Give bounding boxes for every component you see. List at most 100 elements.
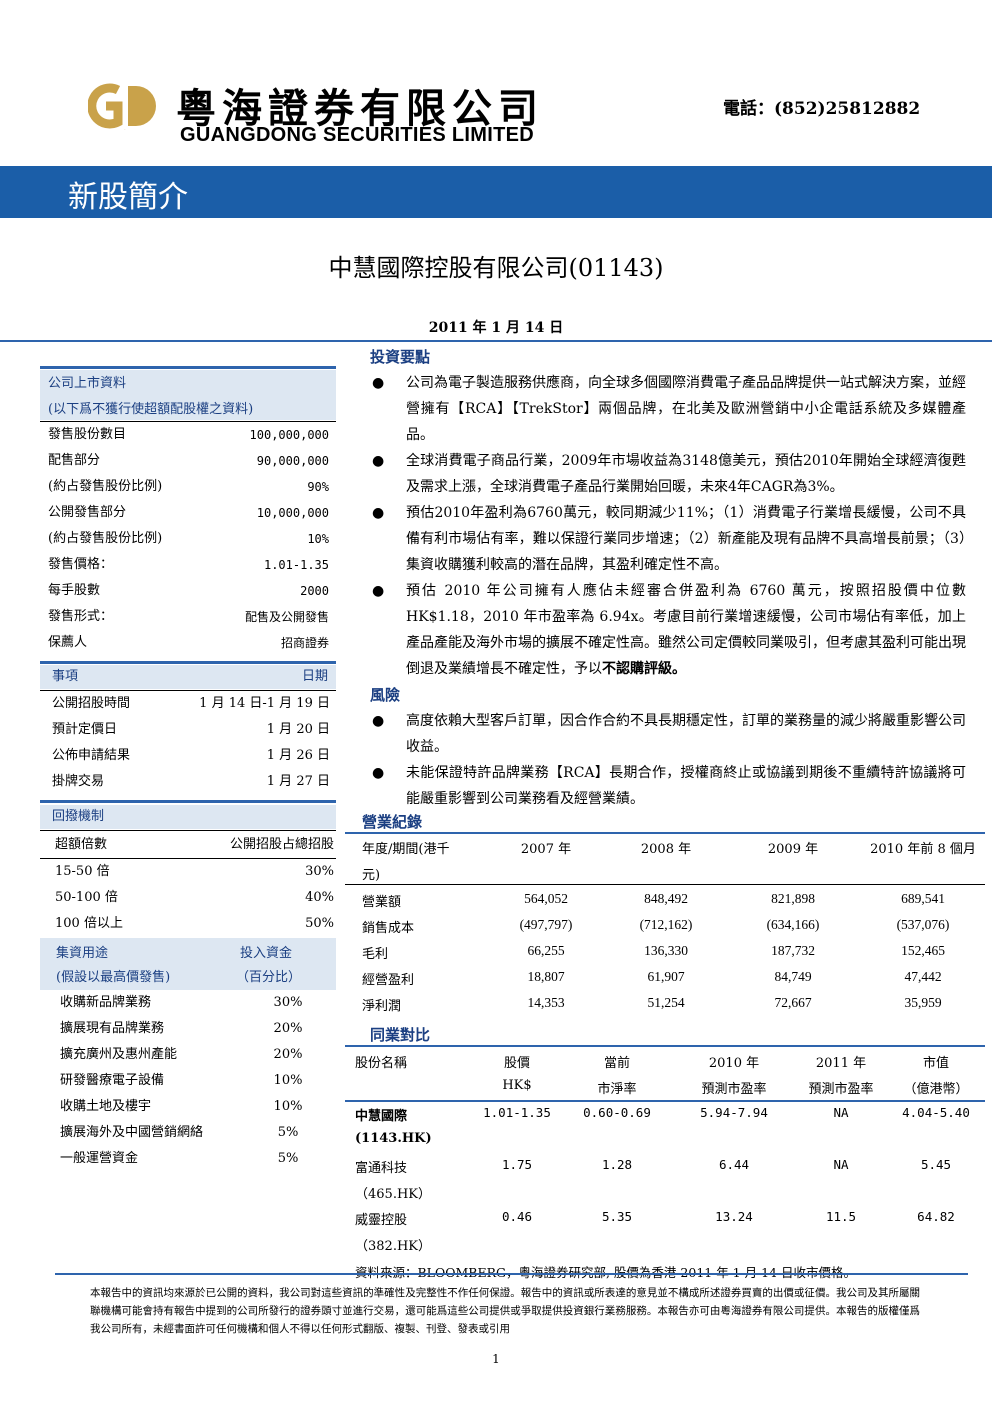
listing-label: (約占發售股份比例)	[48, 531, 163, 546]
listing-header-title: 公司上市資料	[48, 376, 127, 391]
clawback-label: 50-100 倍	[55, 890, 118, 905]
divider	[40, 800, 336, 803]
results-cell: 47,442	[904, 969, 942, 984]
proceeds-label: 擴展現有品牌業務	[60, 1021, 165, 1036]
schedule-label: 公佈申請結果	[52, 748, 131, 763]
risk-text: 高度依賴大型客戶訂單，因合作合約不具長期穩定性，訂單的業務量的減少將嚴重影響公司…	[406, 713, 966, 755]
clawback-head-left: 超額倍數	[55, 837, 108, 852]
proceeds-head-right2: （百分比）	[236, 970, 302, 985]
highlight-body: 公司為電子製造服務供應商，向全球多個國際消費電子產品品牌提供一站式解決方案，並經…	[406, 375, 966, 443]
bullet-icon: ●	[372, 713, 385, 729]
clawback-value: 50%	[305, 916, 334, 931]
peer-name: 中慧國際	[355, 1109, 408, 1124]
peer-value: 13.24	[715, 1209, 753, 1224]
listing-label: 發售價格：	[48, 557, 114, 572]
proceeds-value: 10%	[273, 1073, 303, 1088]
clawback-header: 回撥機制	[40, 805, 336, 829]
results-cell: 821,898	[771, 891, 815, 906]
listing-label: 公開發售部分	[48, 505, 127, 520]
listing-value: 配售及公開發售	[244, 610, 329, 624]
results-cell: 848,492	[644, 891, 688, 906]
proceeds-label: 收購新品牌業務	[60, 995, 152, 1010]
header-divider	[0, 340, 992, 342]
footer-divider	[55, 1273, 968, 1275]
results-cell: 187,732	[771, 943, 815, 958]
schedule-label: 掛牌交易	[52, 774, 105, 789]
peers-column-header: 市值	[922, 1056, 949, 1071]
results-cell: 66,255	[527, 943, 565, 958]
schedule-label: 預計定價日	[52, 722, 118, 737]
schedule-date: 1 月 26 日	[266, 748, 330, 763]
schedule-date: 1 月 20 日	[266, 722, 330, 737]
schedule-head-item: 事項	[52, 669, 79, 684]
divider	[345, 1045, 985, 1047]
results-column-header: 2008 年	[640, 842, 692, 857]
results-row-label: 經營盈利	[362, 973, 415, 988]
clawback-title: 回撥機制	[52, 809, 105, 824]
results-row-label: 營業額	[362, 895, 402, 910]
risk-text: 未能保證特許品牌業務【RCA】長期合作，授權商終止或協議到期後不重續特許協議將可…	[406, 765, 966, 807]
peer-value: 64.82	[917, 1209, 955, 1224]
document-title: 中慧國際控股有限公司(01143)	[328, 254, 664, 282]
logo-letters: GD	[124, 129, 126, 131]
risks-title: 風險	[370, 686, 401, 704]
listing-label: 每手股數	[48, 583, 101, 598]
proceeds-label: 一般運營資金	[60, 1151, 139, 1166]
clawback-label: 15-50 倍	[55, 864, 110, 879]
proceeds-value: 20%	[273, 1021, 303, 1036]
proceeds-header: 集資用途 投入資金 (假設以最高價發售) （百分比）	[40, 938, 336, 990]
listing-label: 保薦人	[48, 635, 88, 650]
highlight-text: 預估 2010 年公司擁有人應佔未經審合併盈利為 6760 萬元，按照招股價中位…	[406, 578, 966, 682]
proceeds-value: 5%	[277, 1151, 299, 1166]
listing-value: 10,000,000	[256, 506, 329, 520]
disclaimer: 本報告中的資訊均來源於已公開的資料，我公司對這些資訊的準確性及完整性不作任何保證…	[90, 1287, 920, 1335]
results-column-header: 2007 年	[520, 842, 572, 857]
results-cell: (497,797)	[519, 917, 573, 932]
listing-header-note: (以下爲不獲行使超額配股權之資料)	[48, 402, 254, 417]
peer-code: （465.HK）	[355, 1187, 431, 1202]
results-cell: 18,807	[527, 969, 565, 984]
company-logo-mark: GD	[88, 83, 156, 131]
highlight-text: 公司為電子製造服務供應商，向全球多個國際消費電子產品品牌提供一站式解決方案，並經…	[406, 370, 966, 448]
results-cell: 61,907	[647, 969, 685, 984]
phone-number: 電話：(852)25812882	[723, 99, 921, 119]
proceeds-value: 20%	[273, 1047, 303, 1062]
highlight-text: 全球消費電子商品行業，2009年市場收益為3148億美元，預估2010年開始全球…	[406, 448, 966, 500]
results-title: 營業紀錄	[362, 813, 423, 831]
peers-column-header: 當前	[603, 1056, 630, 1071]
listing-value: 招商證券	[280, 636, 329, 650]
results-cell: (712,162)	[639, 917, 693, 932]
schedule-date: 1 月 27 日	[266, 774, 330, 789]
results-period-label: 年度/期間(港千	[362, 842, 450, 857]
peer-name: 富通科技	[355, 1161, 408, 1176]
listing-value: 1.01-1.35	[263, 558, 329, 572]
listing-label: 配售部分	[48, 453, 101, 468]
peer-value: 5.35	[601, 1209, 633, 1224]
results-row-label: 毛利	[362, 947, 389, 962]
bullet-icon: ●	[372, 375, 385, 391]
proceeds-value: 5%	[277, 1125, 299, 1140]
divider	[345, 832, 985, 834]
results-cell: 564,052	[524, 891, 568, 906]
divider	[345, 1100, 985, 1102]
listing-value: 90,000,000	[256, 454, 329, 468]
highlight-body: 預估2010年盈利為6760萬元，較同期減少11%；（1）消費電子行業增長緩慢，…	[406, 505, 966, 573]
highlight-body: 全球消費電子商品行業，2009年市場收益為3148億美元，預估2010年開始全球…	[406, 453, 966, 495]
listing-label: (約占發售股份比例)	[48, 479, 163, 494]
report-date: 2011 年 1 月 14 日	[428, 320, 564, 336]
proceeds-label: 擴展海外及中國營銷網絡	[60, 1125, 204, 1140]
schedule-label: 公開招股時間	[52, 696, 131, 711]
results-cell: (537,076)	[896, 917, 950, 932]
peer-name: 威靈控股	[355, 1213, 408, 1228]
peers-column-header: 2010 年	[708, 1056, 760, 1071]
proceeds-head-left1: 集資用途	[56, 946, 109, 961]
results-cell: 14,353	[527, 995, 565, 1010]
results-cell: 689,541	[901, 891, 945, 906]
listing-header: 公司上市資料 (以下爲不獲行使超額配股權之資料)	[40, 370, 336, 420]
bullet-icon: ●	[372, 583, 385, 599]
proceeds-head-left2: (假設以最高價發售)	[56, 970, 171, 985]
page-number: 1	[492, 1352, 500, 1366]
clawback-label: 100 倍以上	[55, 916, 123, 931]
peers-column-header: 股份名稱	[355, 1056, 408, 1071]
proceeds-value: 30%	[273, 995, 303, 1010]
